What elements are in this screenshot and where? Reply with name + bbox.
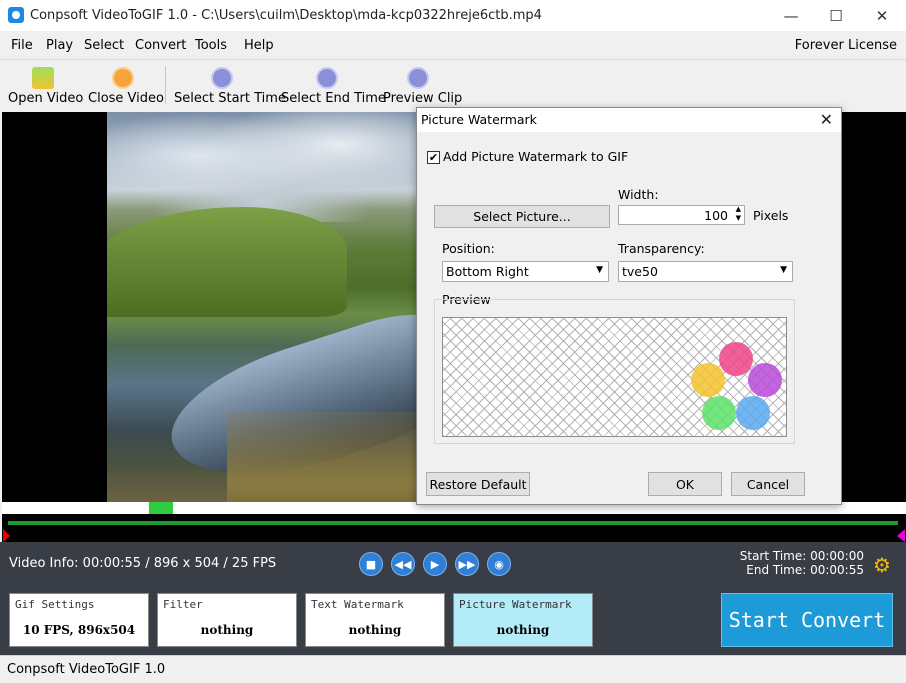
card-title: Gif Settings — [15, 598, 95, 611]
position-value: Bottom Right — [446, 264, 529, 279]
play-icon: ▶ — [430, 557, 440, 571]
width-value: 100 — [704, 208, 728, 223]
restore-default-button[interactable]: Restore Default — [426, 472, 530, 496]
end-marker[interactable] — [897, 529, 905, 542]
video-info: Video Info: 00:00:55 / 896 x 504 / 25 FP… — [9, 556, 277, 571]
position-label: Position: — [442, 241, 495, 256]
end-time-text: End Time: 00:00:55 — [746, 563, 864, 577]
width-stepper[interactable]: 100 ▲ ▼ — [618, 205, 745, 225]
open-folder-icon — [32, 67, 54, 89]
stop-button[interactable]: ■ — [359, 552, 383, 576]
timeline — [2, 514, 906, 542]
close-window-button[interactable]: ✕ — [859, 0, 905, 31]
add-watermark-checkbox[interactable]: ✔ — [427, 151, 440, 164]
width-label: Width: — [618, 187, 659, 202]
status-bar: Conpsoft VideoToGIF 1.0 — [0, 655, 906, 683]
close-video-button[interactable]: Close Video — [86, 61, 164, 111]
card-value: nothing — [496, 623, 550, 637]
card-value: 10 FPS, 896x504 — [22, 623, 136, 637]
select-start-time-label: Select Start Time — [174, 91, 286, 106]
rewind-button[interactable]: ◀◀ — [391, 552, 415, 576]
dialog-title-bar: Picture Watermark ✕ — [417, 108, 841, 132]
seek-thumb[interactable] — [149, 502, 173, 514]
preview-clip-button[interactable]: Preview Clip — [381, 61, 462, 111]
filter-card[interactable]: Filter nothing — [157, 593, 297, 647]
watermark-dot-green — [702, 396, 736, 430]
status-text: Conpsoft VideoToGIF 1.0 — [7, 662, 166, 677]
menu-play[interactable]: Play — [46, 38, 73, 53]
start-bracket-icon — [211, 67, 233, 89]
start-time-text: Start Time: 00:00:00 — [739, 549, 864, 563]
license-label: Forever License — [794, 38, 897, 53]
preview-play-icon — [407, 67, 429, 89]
play-button[interactable]: ▶ — [423, 552, 447, 576]
cancel-button[interactable]: Cancel — [731, 472, 805, 496]
end-bracket-icon — [316, 67, 338, 89]
chevron-down-icon: ▼ — [596, 265, 603, 275]
menu-convert[interactable]: Convert — [135, 38, 186, 53]
card-value: nothing — [200, 623, 254, 637]
preview-area — [442, 317, 787, 437]
select-picture-button[interactable]: Select Picture... — [434, 205, 610, 228]
toolbar-separator — [165, 66, 166, 104]
toolbar: Open Video Close Video Select Start Time… — [0, 61, 906, 111]
video-frame — [107, 112, 416, 502]
watermark-dot-purple — [748, 363, 782, 397]
dialog-close-button[interactable]: ✕ — [820, 110, 833, 129]
picture-watermark-card[interactable]: Picture Watermark nothing — [453, 593, 593, 647]
fast-forward-button[interactable]: ▶▶ — [455, 552, 479, 576]
fast-forward-icon: ▶▶ — [458, 557, 476, 571]
app-icon — [8, 7, 24, 23]
title-bar: Conpsoft VideoToGIF 1.0 - C:\Users\cuilm… — [0, 0, 906, 31]
rewind-icon: ◀◀ — [394, 557, 412, 571]
text-watermark-card[interactable]: Text Watermark nothing — [305, 593, 445, 647]
snapshot-button[interactable]: ◉ — [487, 552, 511, 576]
camera-icon: ◉ — [494, 557, 504, 571]
start-convert-button[interactable]: Start Convert — [721, 593, 893, 647]
maximize-button[interactable]: ☐ — [813, 0, 859, 31]
position-select[interactable]: Bottom Right ▼ — [442, 261, 609, 282]
select-start-time-button[interactable]: Select Start Time — [172, 61, 286, 111]
watermark-dot-yellow — [691, 363, 725, 397]
preview-clip-label: Preview Clip — [383, 91, 463, 106]
pixels-label: Pixels — [753, 208, 789, 223]
open-video-button[interactable]: Open Video — [6, 61, 84, 111]
timeline-track[interactable] — [8, 521, 898, 525]
transparency-value: tve50 — [622, 264, 658, 279]
menu-bar: File Play Select Convert Tools Help Fore… — [0, 31, 906, 60]
minimize-button[interactable]: — — [768, 0, 814, 31]
transparency-label: Transparency: — [618, 241, 705, 256]
menu-select[interactable]: Select — [84, 38, 124, 53]
watermark-dot-pink — [719, 342, 753, 376]
dialog-title: Picture Watermark — [421, 112, 537, 127]
add-watermark-label: Add Picture Watermark to GIF — [443, 149, 629, 164]
card-value: nothing — [348, 623, 402, 637]
open-video-label: Open Video — [8, 91, 84, 106]
time-range: Start Time: 00:00:00 End Time: 00:00:55 — [700, 549, 864, 577]
window-title: Conpsoft VideoToGIF 1.0 - C:\Users\cuilm… — [30, 8, 542, 23]
select-end-time-button[interactable]: Select End Time — [279, 61, 386, 111]
close-video-label: Close Video — [88, 91, 164, 106]
menu-tools[interactable]: Tools — [195, 38, 227, 53]
card-title: Text Watermark — [311, 598, 404, 611]
watermark-dot-blue — [736, 396, 770, 430]
card-title: Filter — [163, 598, 203, 611]
menu-help[interactable]: Help — [244, 38, 274, 53]
close-video-icon — [112, 67, 134, 89]
ok-button[interactable]: OK — [648, 472, 722, 496]
gear-icon[interactable]: ⚙ — [873, 555, 891, 575]
chevron-down-icon: ▼ — [780, 265, 787, 275]
transparency-select[interactable]: tve50 ▼ — [618, 261, 793, 282]
stepper-arrows-icon[interactable]: ▲ ▼ — [736, 205, 741, 223]
menu-file[interactable]: File — [11, 38, 33, 53]
stop-icon: ■ — [365, 557, 377, 571]
start-marker[interactable] — [3, 529, 10, 542]
picture-watermark-dialog: Picture Watermark ✕ ✔ Add Picture Waterm… — [416, 107, 842, 505]
select-end-time-label: Select End Time — [281, 91, 386, 106]
gif-settings-card[interactable]: Gif Settings 10 FPS, 896x504 — [9, 593, 149, 647]
card-title: Picture Watermark — [459, 598, 572, 611]
